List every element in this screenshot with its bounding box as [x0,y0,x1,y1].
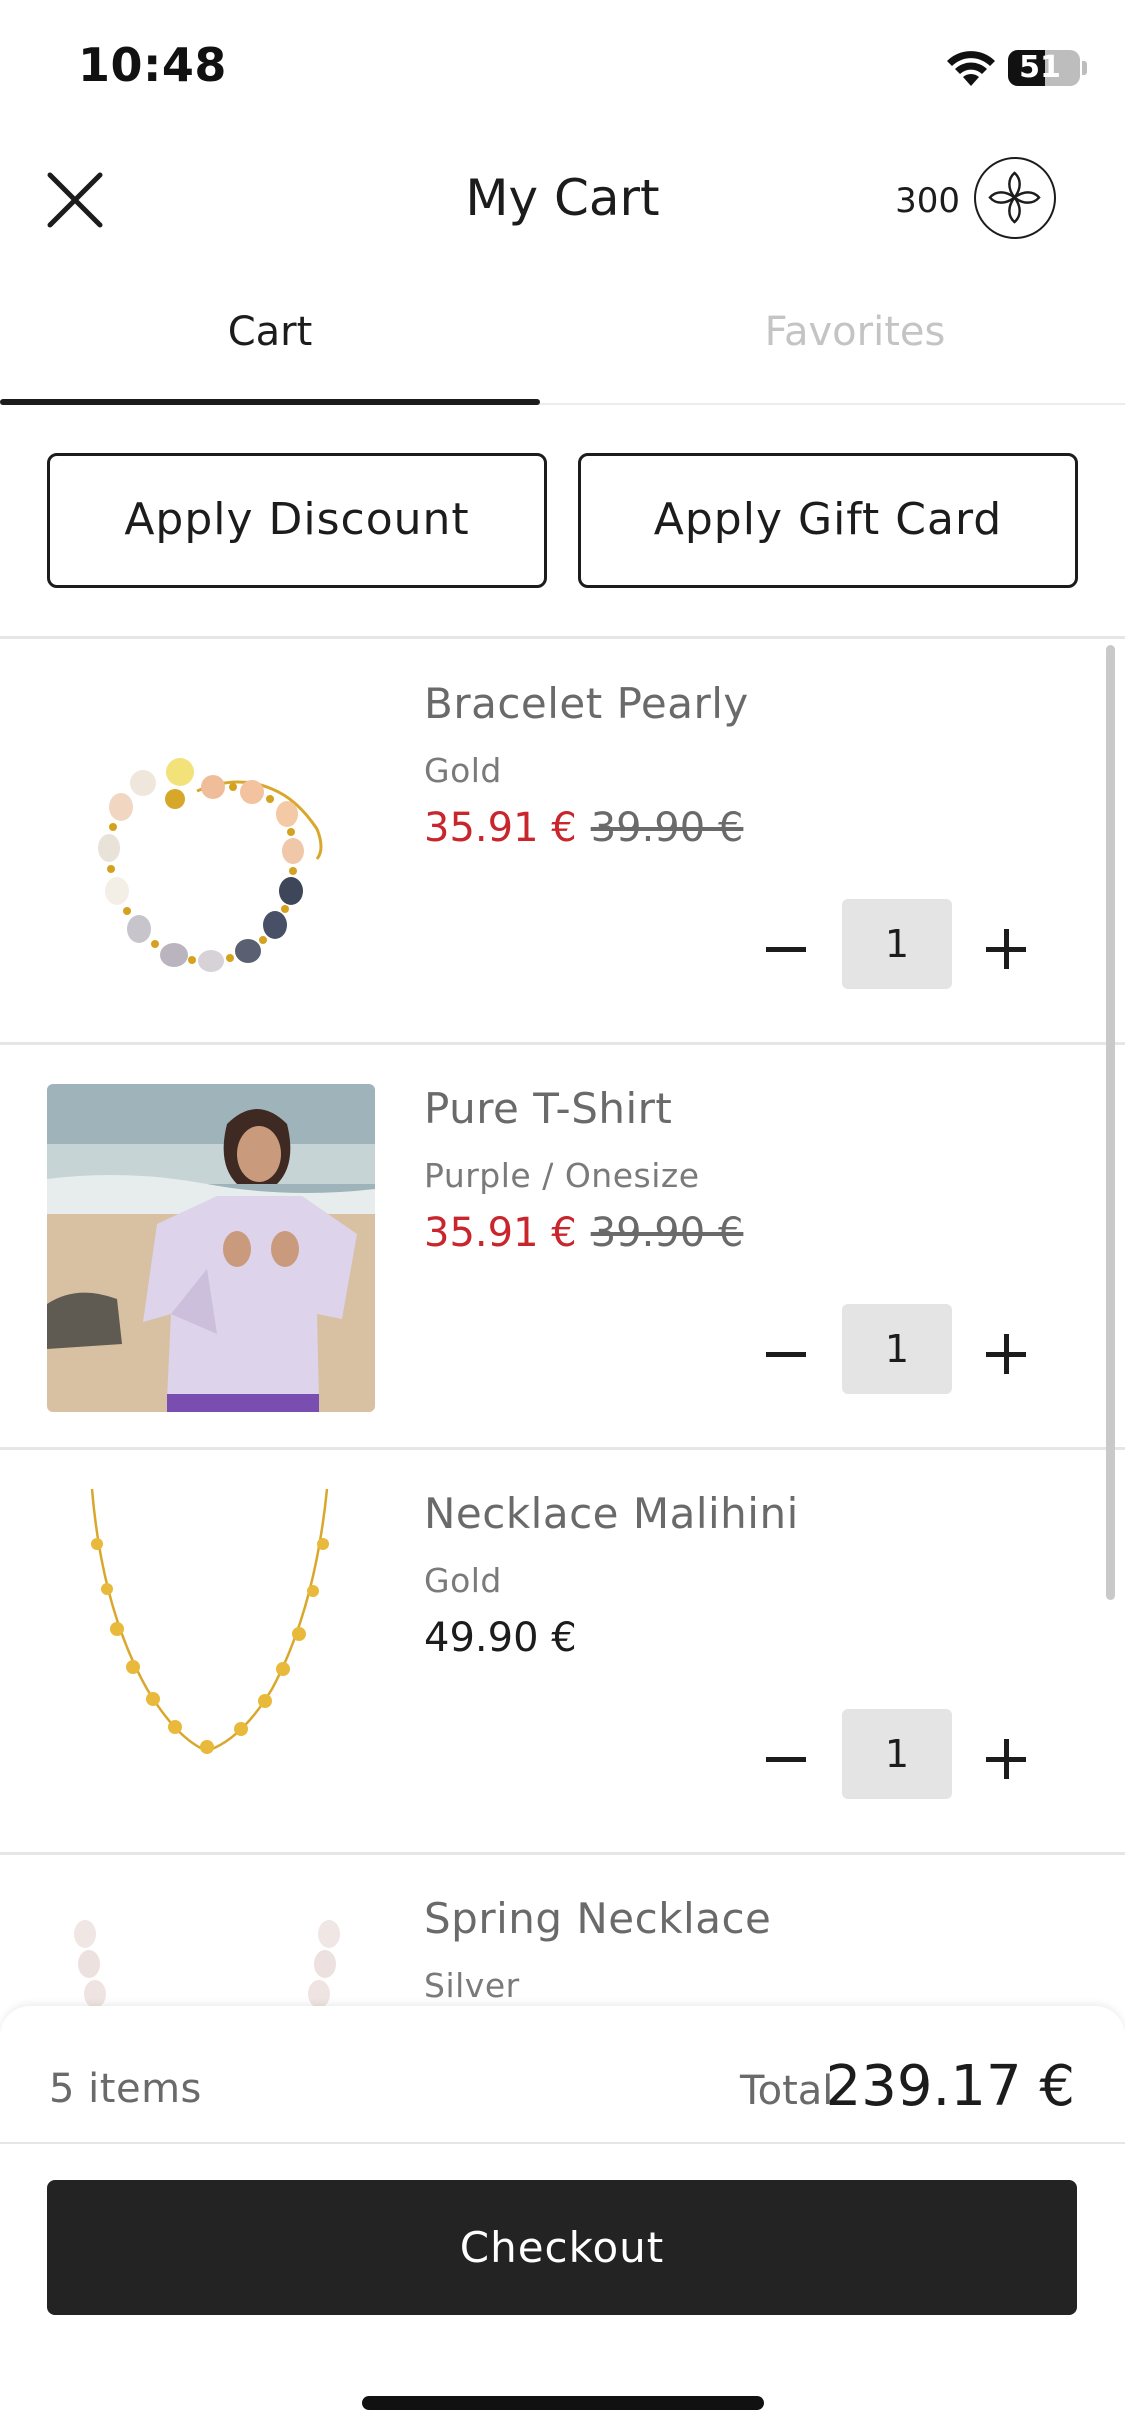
decrease-quantity-button[interactable] [758,1326,814,1382]
apply-gift-card-button[interactable]: Apply Gift Card [578,453,1078,588]
increase-quantity-button[interactable] [978,921,1034,977]
active-tab-indicator [0,399,540,405]
quantity-value[interactable]: 1 [842,1709,952,1799]
product-image-necklace[interactable] [47,1489,375,1817]
cart-item: Pure T-Shirt Purple / Onesize 35.91 € 39.… [0,1044,1125,1447]
product-name[interactable]: Pure T-Shirt [424,1084,672,1133]
sale-price: 35.91 € [424,1210,577,1256]
divider [0,2142,1125,2144]
product-name[interactable]: Bracelet Pearly [424,679,749,728]
quantity-value[interactable]: 1 [842,899,952,989]
status-bar: 10:48 51 [0,0,1125,135]
status-time: 10:48 [78,38,227,92]
checkout-button[interactable]: Checkout [47,2180,1077,2315]
product-name[interactable]: Necklace Malihini [424,1489,799,1538]
product-variant: Purple / Onesize [424,1156,700,1195]
product-variant: Gold [424,751,502,790]
loyalty-points: 300 [895,181,960,221]
sale-price: 35.91 € [424,805,577,851]
apply-discount-button[interactable]: Apply Discount [47,453,547,588]
battery-nub [1082,61,1087,75]
original-price: 39.90 € [590,805,744,851]
cart-item: Bracelet Pearly Gold 35.91 € 39.90 € 1 [0,639,1125,1042]
cart-tabs: Cart Favorites [0,265,1125,405]
product-name[interactable]: Spring Necklace [424,1894,771,1943]
product-price: 49.90 € [424,1615,577,1661]
product-price: 35.91 € 39.90 € [424,805,743,851]
wifi-icon [947,51,995,86]
product-image-tshirt[interactable] [47,1084,375,1412]
product-variant: Gold [424,1561,502,1600]
total-value: 239.17 € [825,2054,1075,2119]
total-label: Total [740,2068,834,2114]
battery-icon: 51 [1008,50,1080,86]
cart-item: Necklace Malihini Gold 49.90 € 1 [0,1449,1125,1852]
flower-logo-icon [988,171,1041,224]
items-count: 5 items [49,2066,202,2112]
product-price: 35.91 € 39.90 € [424,1210,743,1256]
cart-summary: 5 items Total 239.17 € Checkout [0,2006,1125,2436]
loyalty-button[interactable] [974,157,1056,239]
increase-quantity-button[interactable] [978,1731,1034,1787]
product-variant: Silver [424,1966,520,2005]
home-indicator[interactable] [362,2396,764,2410]
original-price: 39.90 € [590,1210,744,1256]
decrease-quantity-button[interactable] [758,921,814,977]
regular-price: 49.90 € [424,1615,577,1661]
scrollbar[interactable] [1106,645,1115,1600]
header: My Cart 300 [0,135,1125,265]
decrease-quantity-button[interactable] [758,1731,814,1787]
tab-favorites[interactable]: Favorites [585,265,1125,405]
battery-level: 51 [1019,50,1061,85]
product-image-bracelet[interactable] [47,679,375,1007]
increase-quantity-button[interactable] [978,1326,1034,1382]
quantity-value[interactable]: 1 [842,1304,952,1394]
tab-cart[interactable]: Cart [0,265,540,405]
